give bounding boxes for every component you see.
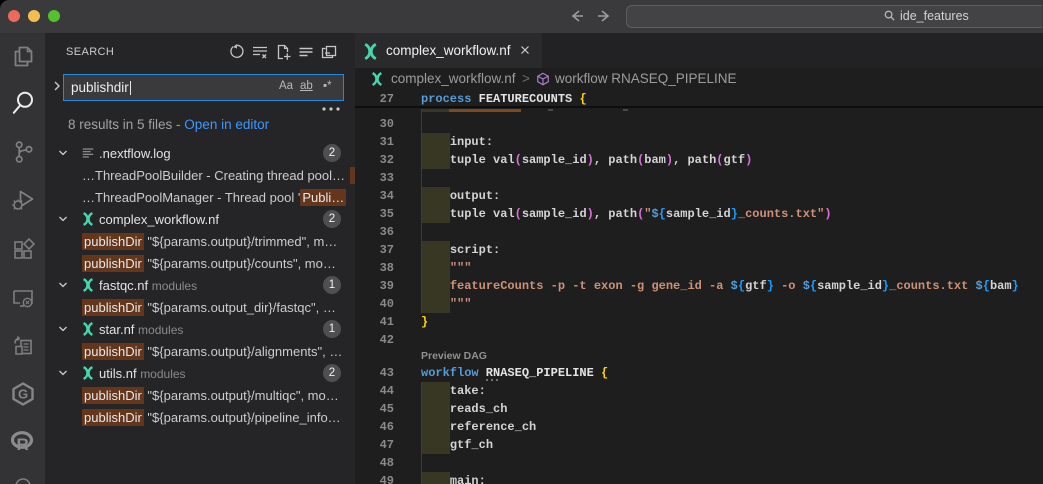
svg-text:R: R (17, 435, 29, 454)
svg-text:G: G (18, 387, 28, 402)
